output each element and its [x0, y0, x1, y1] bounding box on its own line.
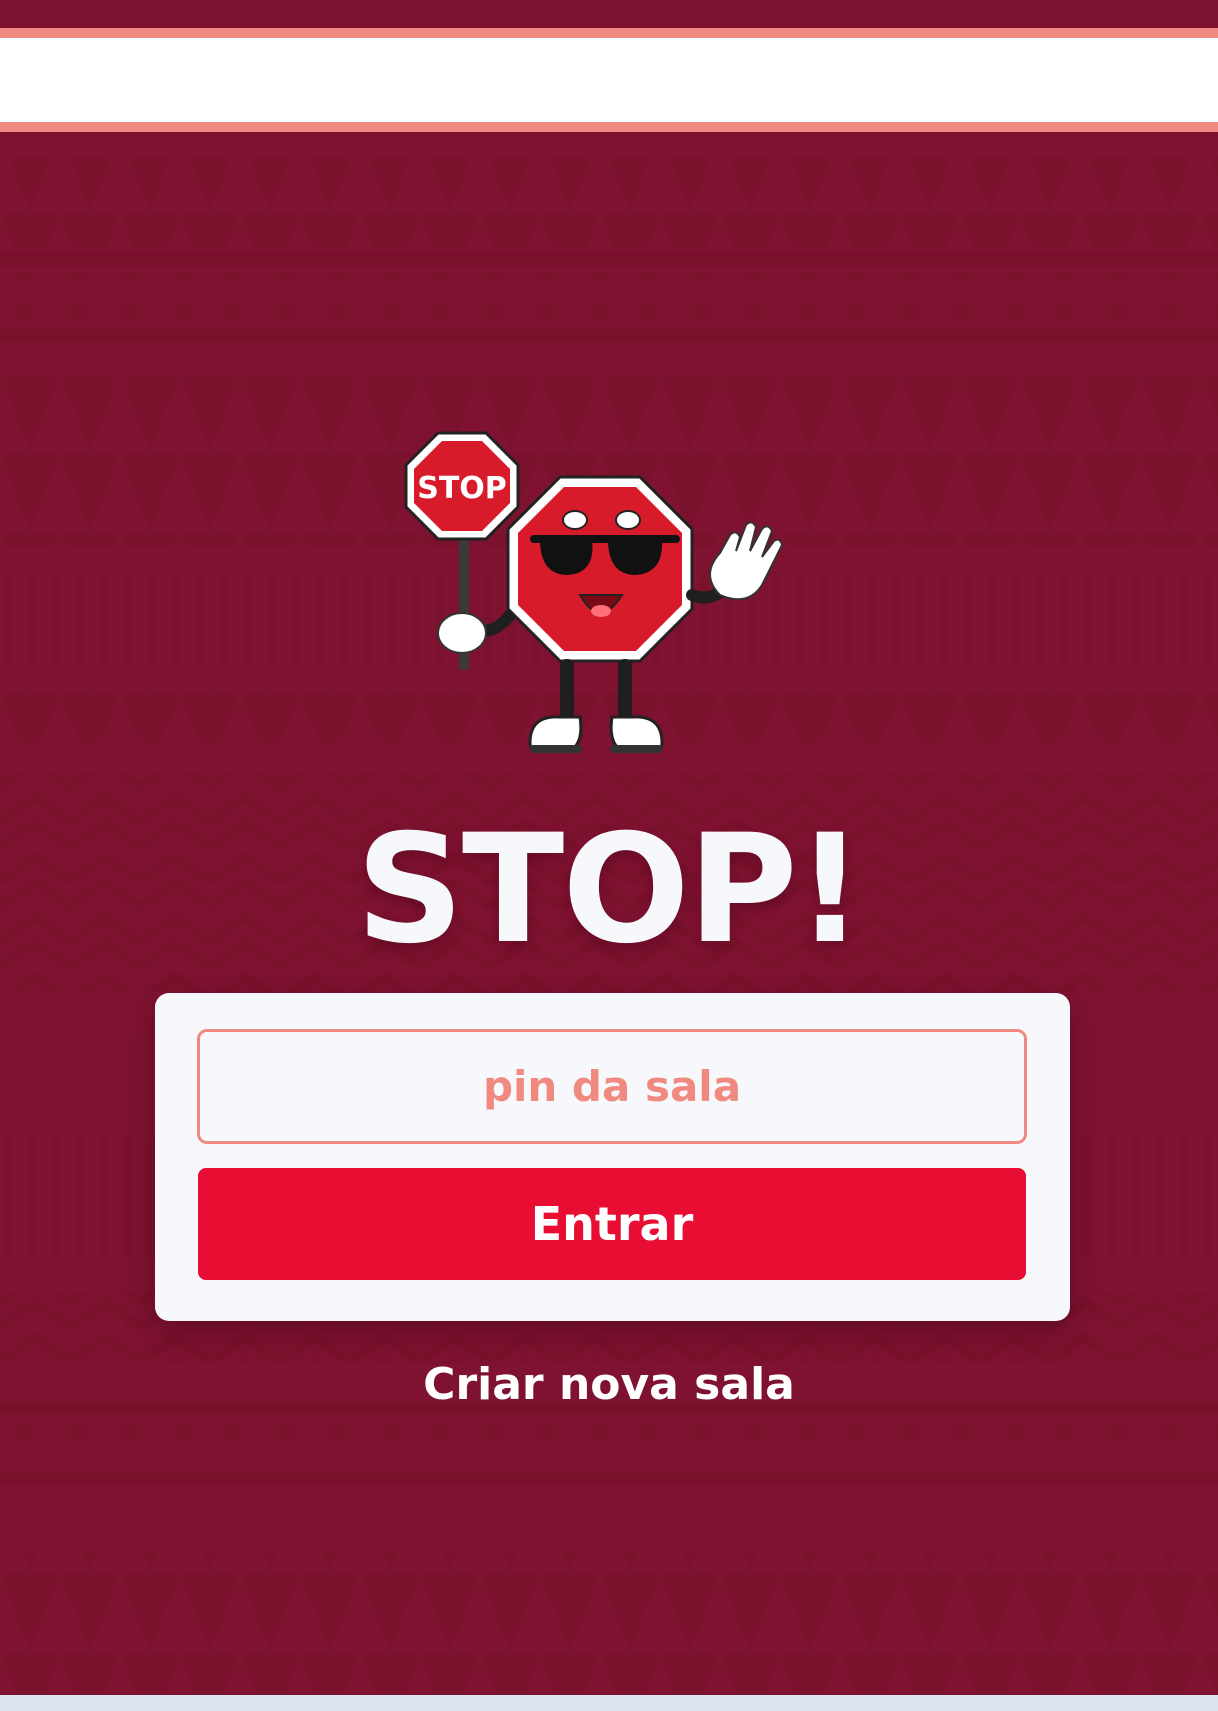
header-bar	[0, 28, 1218, 132]
page: STOP STOP! Entrar Criar nova sala	[0, 0, 1218, 1711]
stop-sign-mascot-icon: STOP	[404, 431, 784, 753]
top-strip	[0, 0, 1218, 28]
mascot-sign-text: STOP	[417, 471, 507, 506]
bottom-strip	[0, 1695, 1218, 1711]
join-room-card: Entrar	[155, 993, 1070, 1321]
enter-button[interactable]: Entrar	[198, 1168, 1026, 1280]
app-title: STOP!	[355, 803, 864, 977]
create-room-link[interactable]: Criar nova sala	[0, 1355, 1218, 1415]
room-pin-input[interactable]	[197, 1029, 1027, 1144]
